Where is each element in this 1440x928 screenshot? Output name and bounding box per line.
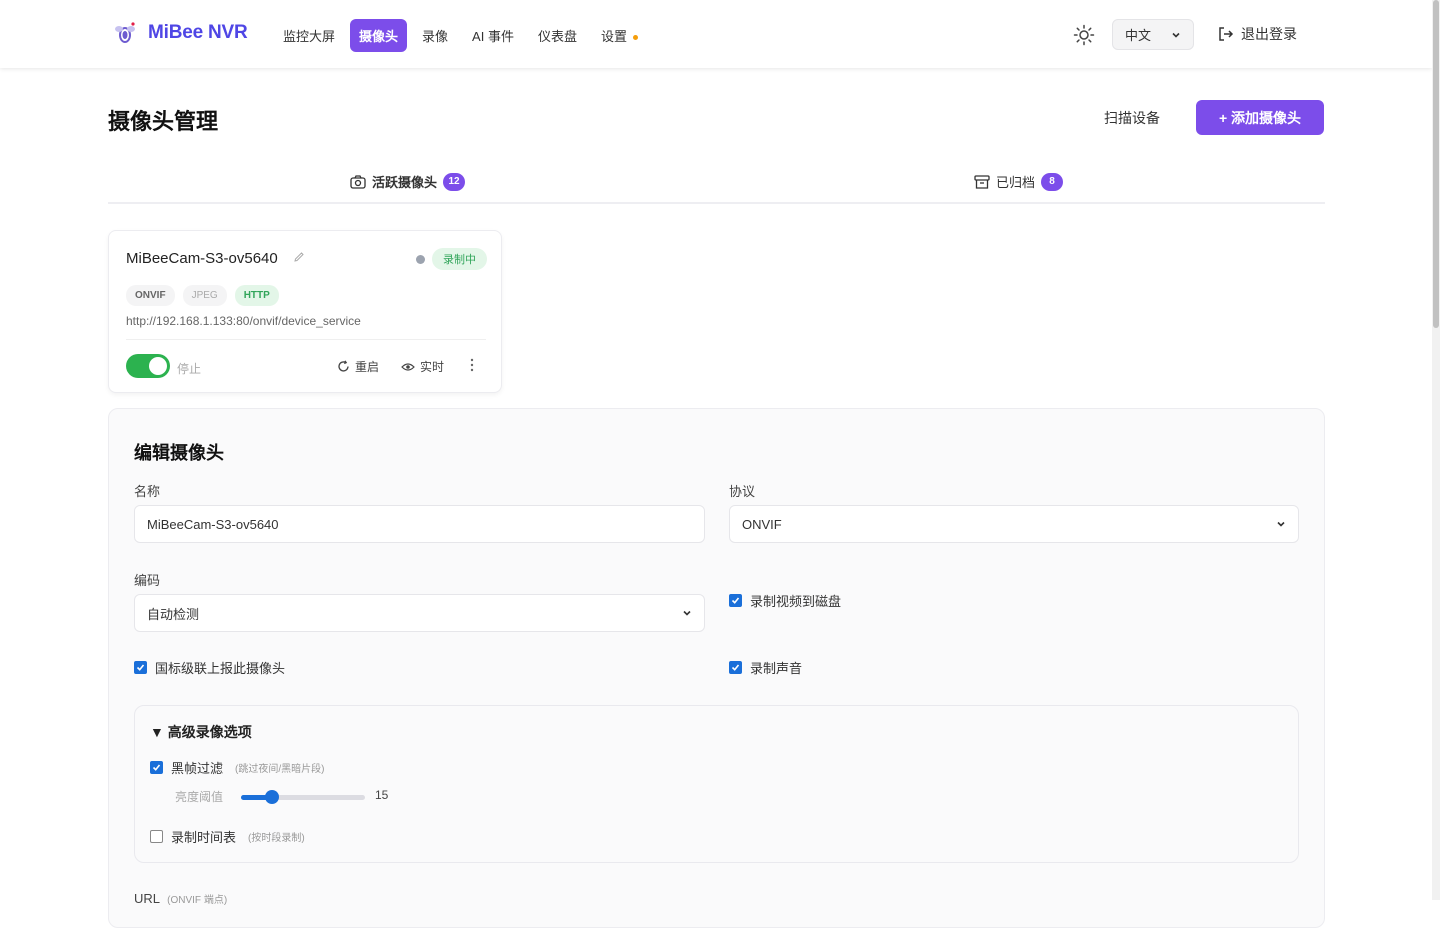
codec-tag: JPEG bbox=[182, 285, 227, 306]
scan-devices-button[interactable]: 扫描设备 bbox=[1104, 108, 1160, 128]
gb-report-checkbox[interactable]: 国标级联上报此摄像头 bbox=[134, 658, 285, 677]
edit-camera-panel: 编辑摄像头 名称 MiBeeCam-S3-ov5640 协议 ONVIF 编码 … bbox=[108, 408, 1325, 928]
codec-select[interactable]: 自动检测 bbox=[134, 594, 705, 632]
eye-icon bbox=[401, 362, 415, 371]
archived-count-badge: 8 bbox=[1041, 172, 1064, 191]
camera-card: MiBeeCam-S3-ov5640 录制中 ONVIF JPEG HTTP h… bbox=[108, 230, 502, 393]
protocol-select[interactable]: ONVIF bbox=[729, 505, 1299, 543]
checkbox-checked-icon[interactable] bbox=[134, 661, 147, 674]
protocol-field-label: 协议 bbox=[729, 484, 756, 499]
main-nav: 监控大屏 摄像头 录像 AI 事件 仪表盘 设置 bbox=[274, 19, 647, 52]
camera-url: http://192.168.1.133:80/onvif/device_ser… bbox=[126, 314, 361, 328]
panel-title: 编辑摄像头 bbox=[134, 443, 224, 463]
url-hint: (ONVIF 端点) bbox=[167, 895, 228, 906]
schedule-checkbox[interactable]: 录制时间表 (按时段录制) bbox=[150, 827, 305, 846]
protocol-value: ONVIF bbox=[742, 516, 782, 532]
checkbox-checked-icon[interactable] bbox=[150, 761, 163, 774]
black-frame-label: 黑帧过滤 bbox=[171, 761, 224, 776]
record-audio-label: 录制声音 bbox=[750, 661, 803, 676]
brightness-slider[interactable] bbox=[241, 790, 365, 804]
chevron-down-icon bbox=[1172, 32, 1180, 38]
brightness-value: 15 bbox=[375, 788, 389, 802]
tab-archived-label: 已归档 bbox=[996, 175, 1036, 190]
active-count-badge: 12 bbox=[443, 172, 466, 191]
name-field-label: 名称 bbox=[134, 484, 161, 499]
advanced-options-toggle[interactable]: ▼ 高级录像选项 bbox=[150, 722, 252, 742]
name-input-value: MiBeeCam-S3-ov5640 bbox=[147, 516, 279, 532]
record-to-disk-checkbox[interactable]: 录制视频到磁盘 bbox=[729, 591, 841, 610]
refresh-icon bbox=[338, 360, 349, 372]
tab-archived[interactable]: 已归档 8 bbox=[974, 172, 1064, 191]
camera-tags: ONVIF JPEG HTTP bbox=[126, 285, 279, 306]
logout-button[interactable]: 退出登录 bbox=[1217, 24, 1297, 44]
scrollbar-thumb[interactable] bbox=[1433, 0, 1439, 328]
nav-item-ai-events[interactable]: AI 事件 bbox=[463, 19, 523, 52]
brand[interactable]: MiBee NVR bbox=[112, 20, 248, 46]
name-input[interactable]: MiBeeCam-S3-ov5640 bbox=[134, 505, 705, 543]
tab-active-cameras[interactable]: 活跃摄像头 12 bbox=[350, 172, 466, 191]
advanced-options-section: ▼ 高级录像选项 黑帧过滤 (跳过夜间/黑暗片段) 亮度阈值 15 录制时间表 … bbox=[134, 705, 1299, 863]
nav-item-cameras[interactable]: 摄像头 bbox=[350, 19, 408, 52]
add-camera-button[interactable]: + 添加摄像头 bbox=[1196, 100, 1324, 135]
record-to-disk-label: 录制视频到磁盘 bbox=[750, 594, 842, 609]
transport-tag: HTTP bbox=[234, 285, 279, 306]
restart-button[interactable]: 重启 bbox=[337, 358, 379, 375]
language-select[interactable]: 中文 bbox=[1112, 19, 1194, 50]
more-options-icon[interactable] bbox=[466, 357, 478, 373]
restart-label: 重启 bbox=[355, 360, 380, 374]
checkbox-checked-icon[interactable] bbox=[729, 661, 742, 674]
page-title: 摄像头管理 bbox=[108, 109, 219, 134]
stop-label[interactable]: 停止 bbox=[177, 360, 201, 377]
camera-enable-toggle[interactable] bbox=[126, 354, 170, 378]
nav-item-dashboard[interactable]: 仪表盘 bbox=[529, 19, 586, 52]
record-audio-checkbox[interactable]: 录制声音 bbox=[729, 658, 802, 677]
bee-logo-icon bbox=[115, 22, 135, 43]
camera-icon bbox=[350, 174, 366, 189]
slider-handle[interactable] bbox=[265, 790, 279, 804]
live-view-button[interactable]: 实时 bbox=[401, 358, 444, 375]
app-name: MiBee NVR bbox=[148, 22, 248, 43]
chevron-down-icon bbox=[1277, 521, 1285, 527]
camera-name: MiBeeCam-S3-ov5640 bbox=[126, 250, 278, 267]
page-scrollbar[interactable] bbox=[1432, 0, 1440, 900]
nav-item-monitor-wall[interactable]: 监控大屏 bbox=[274, 19, 344, 52]
top-navbar: MiBee NVR 监控大屏 摄像头 录像 AI 事件 仪表盘 设置 中文 退出… bbox=[0, 0, 1432, 68]
nav-item-settings[interactable]: 设置 bbox=[592, 19, 647, 52]
checkbox-checked-icon[interactable] bbox=[729, 594, 742, 607]
logout-label: 退出登录 bbox=[1241, 26, 1297, 42]
card-divider bbox=[126, 339, 486, 340]
url-field-label: URL (ONVIF 端点) bbox=[134, 891, 227, 906]
black-frame-checkbox[interactable]: 黑帧过滤 (跳过夜间/黑暗片段) bbox=[150, 758, 324, 777]
recording-status-badge: 录制中 bbox=[432, 248, 487, 270]
notification-dot bbox=[632, 35, 638, 41]
gb-report-label: 国标级联上报此摄像头 bbox=[155, 661, 286, 676]
brightness-label: 亮度阈值 bbox=[175, 790, 224, 804]
protocol-tag: ONVIF bbox=[126, 285, 175, 306]
language-value: 中文 bbox=[1125, 28, 1152, 43]
status-dot bbox=[416, 255, 425, 264]
archive-icon bbox=[974, 174, 990, 189]
nav-item-settings-label: 设置 bbox=[600, 29, 627, 44]
schedule-hint: (按时段录制) bbox=[248, 833, 305, 844]
camera-tabs: 活跃摄像头 12 已归档 8 bbox=[108, 166, 1325, 204]
checkbox-unchecked-icon[interactable] bbox=[150, 830, 163, 843]
pencil-icon[interactable] bbox=[293, 251, 305, 263]
codec-value: 自动检测 bbox=[147, 606, 200, 622]
black-frame-hint: (跳过夜间/黑暗片段) bbox=[235, 764, 325, 775]
live-label: 实时 bbox=[420, 360, 445, 374]
chevron-down-icon bbox=[683, 610, 691, 616]
nav-item-recordings[interactable]: 录像 bbox=[413, 19, 457, 52]
tab-active-label: 活跃摄像头 bbox=[372, 175, 438, 190]
sun-icon[interactable] bbox=[1073, 24, 1095, 46]
codec-field-label: 编码 bbox=[134, 573, 161, 588]
schedule-label: 录制时间表 bbox=[171, 830, 237, 845]
url-label-text: URL bbox=[134, 891, 160, 906]
logout-icon bbox=[1219, 27, 1234, 41]
